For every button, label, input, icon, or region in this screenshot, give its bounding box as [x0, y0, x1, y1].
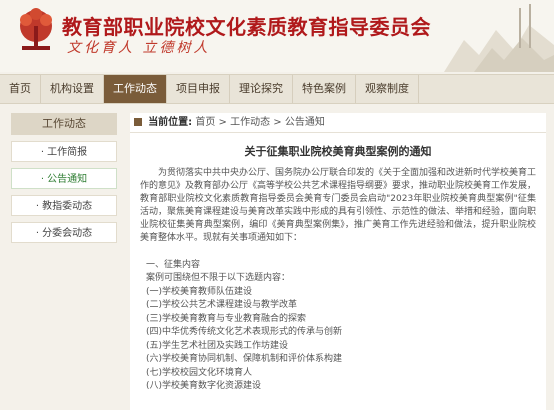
list-item: (二)学校公共艺术课程建设与教学改革 [146, 300, 298, 310]
list-item: (八)学校美育数字化资源建设 [146, 381, 262, 391]
sidebar-title: 工作动态 [11, 113, 117, 135]
site-slogan: 文化育人 立德树人 [67, 40, 211, 56]
topic-list: (一)学校美育教师队伍建设 (二)学校公共艺术课程建设与教学改革 (三)学校美育… [146, 286, 536, 394]
breadcrumb: 当前位置: 首页 > 工作动态 > 公告通知 [130, 113, 546, 133]
breadcrumb-path[interactable]: 首页 > 工作动态 > 公告通知 [195, 117, 324, 128]
list-item: (三)学校美育教育与专业教育融合的探索 [146, 313, 307, 324]
tree-logo-icon[interactable] [12, 6, 60, 54]
nav-project-apply[interactable]: 项目申报 [167, 75, 230, 103]
breadcrumb-label: 当前位置: [148, 117, 193, 128]
sidebar-item-subcommittee-news[interactable]: · 分委会动态 [11, 222, 117, 243]
sidebar-item-committee-news[interactable]: · 教指委动态 [11, 195, 117, 216]
site-title: 教育部职业院校文化素质教育指导委员会 [62, 15, 431, 39]
list-item: (七)学校校园文化环境育人 [146, 367, 253, 378]
site-header: 教育部职业院校文化素质教育指导委员会 文化育人 立德树人 [0, 0, 554, 72]
sidebar: 工作动态 · 工作简报 · 公告通知 · 教指委动态 · 分委会动态 [11, 113, 117, 243]
nav-organization[interactable]: 机构设置 [41, 75, 104, 103]
main-content: 当前位置: 首页 > 工作动态 > 公告通知 关于征集职业院校美育典型案例的通知… [130, 113, 546, 410]
section-intro: 案例可围绕但不限于以下选题内容： [146, 273, 291, 283]
section-intro-wrap: 案例可围绕但不限于以下选题内容： [146, 272, 536, 286]
list-item: (一)学校美育教师队伍建设 [146, 286, 253, 297]
article-title: 关于征集职业院校美育典型案例的通知 [244, 145, 432, 158]
article-intro: 为贯彻落实中共中央办公厅、国务院办公厅联合印发的《关于全面加强和改进新时代学校美… [140, 168, 537, 243]
list-item: (五)学生艺术社团及实践工作坊建设 [146, 340, 289, 351]
main-nav: 首页 机构设置 工作动态 项目申报 理论探究 特色案例 观察制度 [0, 74, 554, 104]
sidebar-item-notices[interactable]: · 公告通知 [11, 168, 117, 189]
nav-theory[interactable]: 理论探究 [230, 75, 293, 103]
nav-work-news[interactable]: 工作动态 [104, 75, 167, 103]
nav-cases[interactable]: 特色案例 [293, 75, 356, 103]
nav-home[interactable]: 首页 [0, 75, 41, 103]
list-item: (六)学校美育协同机制、保障机制和评价体系构建 [146, 354, 343, 364]
location-icon [134, 118, 142, 126]
list-item: (四)中华优秀传统文化艺术表现形式的传承与创新 [146, 327, 343, 337]
section-title: 一、征集内容 [146, 260, 201, 270]
ink-landscape-decoration [444, 4, 554, 72]
nav-rules[interactable]: 观察制度 [356, 75, 419, 103]
sidebar-item-briefing[interactable]: · 工作简报 [11, 141, 117, 162]
